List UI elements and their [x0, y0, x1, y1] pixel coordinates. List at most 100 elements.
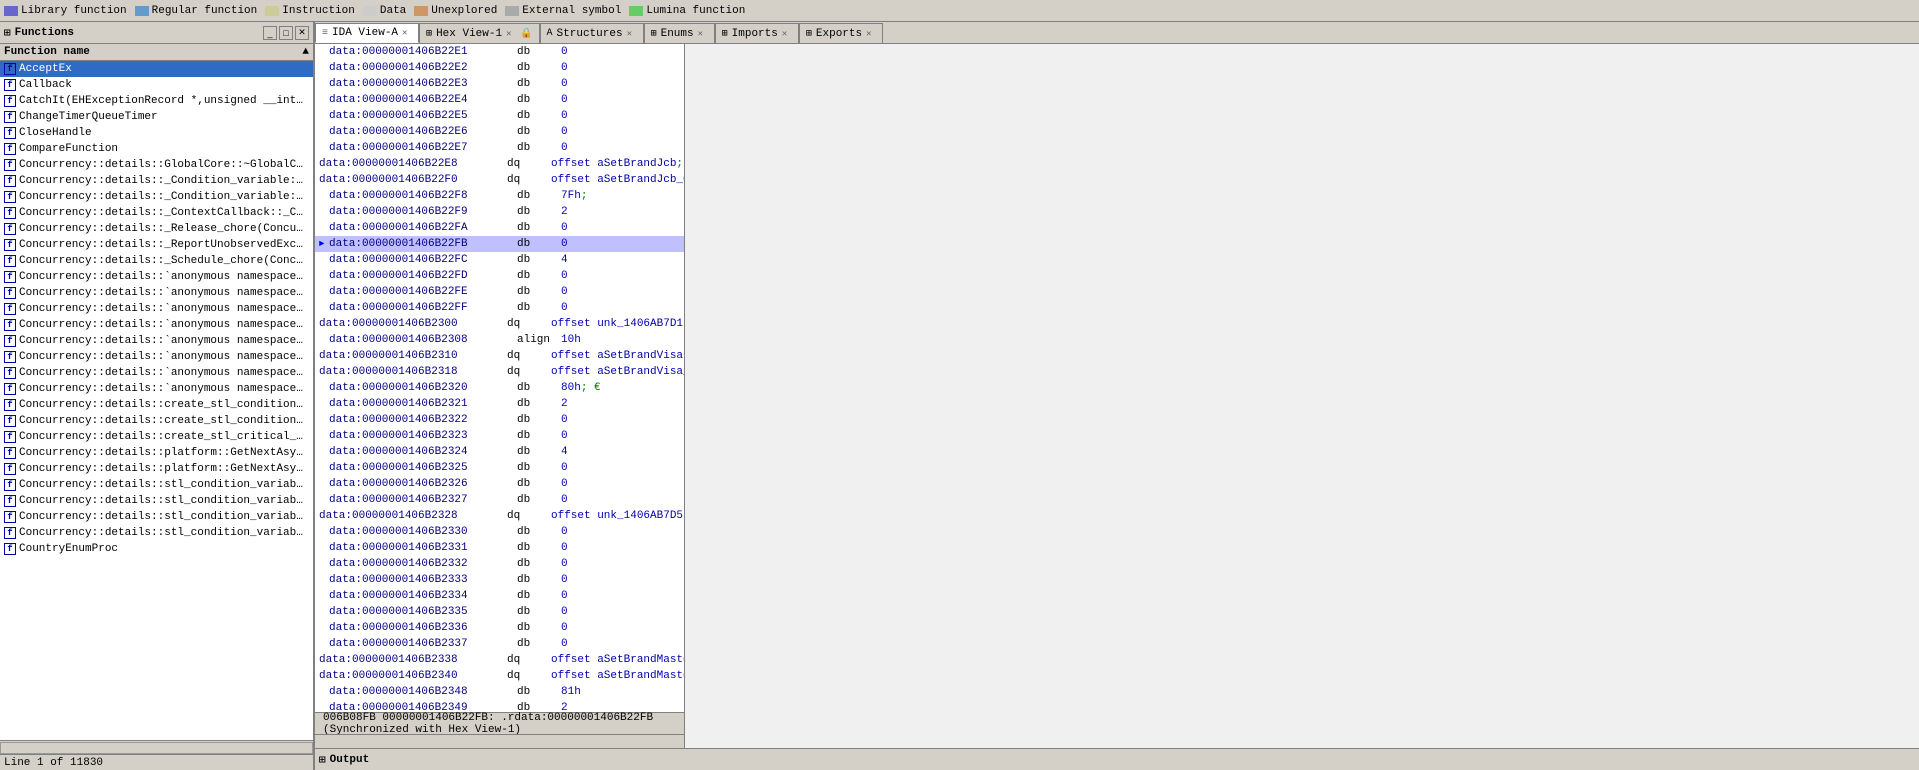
hex-view-close-icon[interactable]: ✕ [506, 29, 516, 39]
ida-view-close-icon[interactable]: ✕ [402, 28, 412, 38]
imports-close-icon[interactable]: ✕ [782, 29, 792, 39]
asm-row[interactable]: data:00000001406B2348db81h [315, 684, 684, 700]
function-list-item[interactable]: fConcurrency::details::_Release_chore(Co… [0, 221, 313, 237]
asm-comment: ; [581, 190, 588, 202]
asm-row[interactable]: data:00000001406B2333db0 [315, 572, 684, 588]
exports-close-icon[interactable]: ✕ [866, 29, 876, 39]
function-item-name: Concurrency::details::_Condition_variabl… [19, 191, 309, 203]
function-list-item[interactable]: fConcurrency::details::GlobalCore::~Glob… [0, 157, 313, 173]
panel-close-button[interactable]: ✕ [295, 26, 309, 40]
structures-close-icon[interactable]: ✕ [627, 29, 637, 39]
function-list-item[interactable]: fCountryEnumProc [0, 541, 313, 557]
asm-row[interactable]: data:00000001406B2308align10h [315, 332, 684, 348]
function-list-item[interactable]: fConcurrency::details::`anonymous namesp… [0, 269, 313, 285]
tab-exports[interactable]: ⊞ Exports ✕ [799, 23, 883, 43]
function-list-item[interactable]: fCompareFunction [0, 141, 313, 157]
asm-row[interactable]: data:00000001406B22F8db7Fh ; [315, 188, 684, 204]
function-list-item[interactable]: fConcurrency::details::`anonymous namesp… [0, 333, 313, 349]
asm-row[interactable]: data:00000001406B2310dqoffset aSetBrandV… [315, 348, 684, 364]
function-list-item[interactable]: fConcurrency::details::create_stl_critic… [0, 429, 313, 445]
asm-row[interactable]: data:00000001406B22FAdb0 [315, 220, 684, 236]
tab-hex-view[interactable]: ⊞ Hex View-1 ✕ 🔒 [419, 23, 540, 43]
function-list-item[interactable]: fConcurrency::details::create_stl_condit… [0, 397, 313, 413]
asm-row[interactable]: data:00000001406B2349db2 [315, 700, 684, 712]
function-list-item[interactable]: fConcurrency::details::_Condition_variab… [0, 189, 313, 205]
tab-imports[interactable]: ⊞ Imports ✕ [715, 23, 799, 43]
asm-row[interactable]: data:00000001406B22E8dqoffset aSetBrandJ… [315, 156, 684, 172]
asm-row[interactable]: data:00000001406B22FDdb0 [315, 268, 684, 284]
asm-row[interactable]: data:00000001406B22E7db0 [315, 140, 684, 156]
function-list-item[interactable]: fConcurrency::details::stl_condition_var… [0, 509, 313, 525]
function-list-item[interactable]: fConcurrency::details::stl_condition_var… [0, 493, 313, 509]
function-item-icon: f [4, 383, 16, 395]
asm-row[interactable]: data:00000001406B2338dqoffset aSetBrandM… [315, 652, 684, 668]
asm-row[interactable]: data:00000001406B22F0dqoffset aSetBrandJ… [315, 172, 684, 188]
functions-scrollbar-h[interactable] [0, 740, 313, 754]
function-list-item[interactable]: fCloseHandle [0, 125, 313, 141]
functions-panel-header: ⊞ Functions _ □ ✕ [0, 22, 313, 44]
function-list-item[interactable]: fCatchIt(EHExceptionRecord *,unsigned __… [0, 93, 313, 109]
function-list-item[interactable]: fConcurrency::details::`anonymous namesp… [0, 317, 313, 333]
asm-row[interactable]: data:00000001406B22FCdb4 [315, 252, 684, 268]
asm-row[interactable]: data:00000001406B2334db0 [315, 588, 684, 604]
asm-row[interactable]: data:00000001406B2331db0 [315, 540, 684, 556]
tab-enums[interactable]: ⊞ Enums ✕ [644, 23, 715, 43]
function-list-item[interactable]: fCallback [0, 77, 313, 93]
function-list-item[interactable]: fConcurrency::details::_Condition_variab… [0, 173, 313, 189]
function-list-item[interactable]: fConcurrency::details::`anonymous namesp… [0, 365, 313, 381]
asm-row[interactable]: data:00000001406B2318dqoffset aSetBrandV… [315, 364, 684, 380]
asm-row[interactable]: data:00000001406B2335db0 [315, 604, 684, 620]
function-list-item[interactable]: fConcurrency::details::platform::GetNext… [0, 445, 313, 461]
asm-row[interactable]: data:00000001406B22E5db0 [315, 108, 684, 124]
asm-row[interactable]: data:00000001406B2324db4 [315, 444, 684, 460]
ida-scrollbar-h[interactable] [315, 734, 684, 748]
function-list-item[interactable]: fConcurrency::details::`anonymous namesp… [0, 349, 313, 365]
asm-row[interactable]: data:00000001406B2337db0 [315, 636, 684, 652]
function-list-item[interactable]: fConcurrency::details::_Schedule_chore(C… [0, 253, 313, 269]
asm-row[interactable]: data:00000001406B2340dqoffset aSetBrandM… [315, 668, 684, 684]
function-list-item[interactable]: fConcurrency::details::stl_condition_var… [0, 525, 313, 541]
hex-view-content[interactable] [685, 44, 1919, 748]
asm-row[interactable]: data:00000001406B2328dqoffset unk_1406AB… [315, 508, 684, 524]
asm-row[interactable]: data:00000001406B22F9db2 [315, 204, 684, 220]
functions-list[interactable]: fAcceptExfCallbackfCatchIt(EHExceptionRe… [0, 61, 313, 740]
function-item-icon: f [4, 143, 16, 155]
tab-structures[interactable]: A Structures ✕ [540, 23, 644, 43]
function-list-item[interactable]: fConcurrency::details::stl_condition_var… [0, 477, 313, 493]
function-list-item[interactable]: fConcurrency::details::_ContextCallback:… [0, 205, 313, 221]
asm-row[interactable]: data:00000001406B22E4db0 [315, 92, 684, 108]
function-list-item[interactable]: fConcurrency::details::create_stl_condit… [0, 413, 313, 429]
asm-row[interactable]: data:00000001406B2322db0 [315, 412, 684, 428]
asm-row[interactable]: data:00000001406B22E6db0 [315, 124, 684, 140]
tab-ida-view[interactable]: ≡ IDA View-A ✕ [315, 23, 419, 43]
function-list-item[interactable]: fChangeTimerQueueTimer [0, 109, 313, 125]
function-list-item[interactable]: fAcceptEx [0, 61, 313, 77]
asm-row[interactable]: data:00000001406B22FEdb0 [315, 284, 684, 300]
asm-row[interactable]: data:00000001406B2332db0 [315, 556, 684, 572]
function-list-item[interactable]: fConcurrency::details::`anonymous namesp… [0, 301, 313, 317]
asm-mnemonic: dq [507, 350, 547, 362]
asm-row[interactable]: data:00000001406B22E1db0 [315, 44, 684, 60]
panel-minimize-button[interactable]: _ [263, 26, 277, 40]
asm-row[interactable]: data:00000001406B2330db0 [315, 524, 684, 540]
ida-view-content[interactable]: data:00000001406B22E1db0 data:0000000140… [315, 44, 684, 712]
asm-row[interactable]: data:00000001406B22E2db0 [315, 60, 684, 76]
asm-row[interactable]: data:00000001406B2323db0 [315, 428, 684, 444]
function-list-item[interactable]: fConcurrency::details::platform::GetNext… [0, 461, 313, 477]
function-list-item[interactable]: fConcurrency::details::`anonymous namesp… [0, 381, 313, 397]
asm-row[interactable]: data:00000001406B2300dqoffset unk_1406AB… [315, 316, 684, 332]
asm-row[interactable]: ►data:00000001406B22FBdb0 [315, 236, 684, 252]
asm-row[interactable]: data:00000001406B2325db0 [315, 460, 684, 476]
panel-restore-button[interactable]: □ [279, 26, 293, 40]
function-list-item[interactable]: fConcurrency::details::_ReportUnobserved… [0, 237, 313, 253]
enums-close-icon[interactable]: ✕ [698, 29, 708, 39]
asm-row[interactable]: data:00000001406B2326db0 [315, 476, 684, 492]
asm-row[interactable]: data:00000001406B2321db2 [315, 396, 684, 412]
asm-row[interactable]: data:00000001406B2327db0 [315, 492, 684, 508]
function-item-name: Concurrency::details::_Condition_variabl… [19, 175, 309, 187]
asm-row[interactable]: data:00000001406B2336db0 [315, 620, 684, 636]
asm-row[interactable]: data:00000001406B2320db80h ; € [315, 380, 684, 396]
asm-row[interactable]: data:00000001406B22FFdb0 [315, 300, 684, 316]
function-list-item[interactable]: fConcurrency::details::`anonymous namesp… [0, 285, 313, 301]
asm-row[interactable]: data:00000001406B22E3db0 [315, 76, 684, 92]
